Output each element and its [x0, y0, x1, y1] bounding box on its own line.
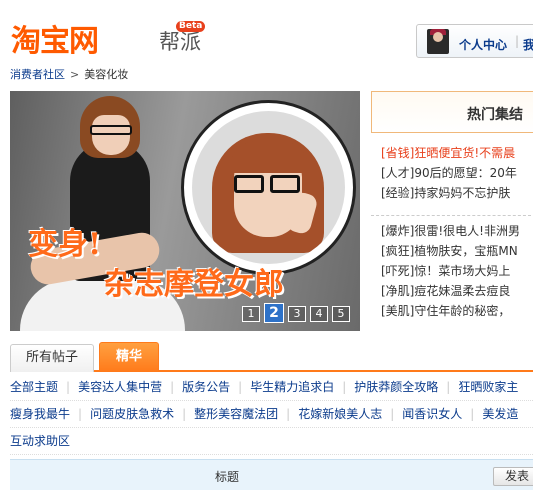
banner-closeup-circle — [181, 100, 356, 275]
user-separator: | — [515, 34, 520, 48]
breadcrumb-current: 美容化妆 — [84, 68, 129, 81]
category-link[interactable]: 美容达人集中营 — [78, 380, 162, 394]
hot-divider — [371, 215, 531, 216]
category-links: 全部主题 | 美容达人集中营 | 版务公告 | 毕生精力追求白 | 护肤莽颜全攻略 | 狂晒败家主 … — [10, 374, 533, 455]
hot-item[interactable]: [经验]持家妈妈不忘护肤 — [381, 183, 533, 203]
hot-list-2: [爆炸]很雷!很电人!非洲男 [疯狂]植物肤安，宝瓶MN [吓死]惊！菜市场大妈… — [381, 221, 533, 321]
banner-page-1[interactable]: 1 — [242, 306, 260, 322]
hot-item[interactable]: [疯狂]植物肤安，宝瓶MN — [381, 241, 533, 261]
banner-headline-1: 变身! — [28, 227, 102, 262]
user-panel: 个人中心 | 我 — [416, 24, 533, 58]
post-table-header: 标题 发表 — [10, 459, 533, 490]
breadcrumb: 消费者社区 > 美容化妆 — [10, 66, 128, 82]
hot-item[interactable]: [爆炸]很雷!很电人!非洲男 — [381, 221, 533, 241]
hot-item[interactable]: [人才]90后的愿望：20年 — [381, 163, 533, 183]
breadcrumb-separator: > — [70, 68, 80, 81]
banner-page-5[interactable]: 5 — [332, 306, 350, 322]
taobao-logo[interactable]: 淘宝网 — [11, 16, 99, 60]
hot-item[interactable]: [吓死]惊！菜市场大妈上 — [381, 261, 533, 281]
page-header: 淘宝网 帮派 Beta 个人中心 | 我 — [0, 0, 533, 62]
banner-page-3[interactable]: 3 — [288, 306, 306, 322]
hot-topics-header: 热门集结 — [371, 91, 533, 133]
category-link[interactable]: 护肤莽颜全攻略 — [354, 380, 438, 394]
category-row: 互动求助区 — [10, 428, 533, 455]
breadcrumb-consumer-community[interactable]: 消费者社区 — [10, 68, 65, 81]
banner-page-4[interactable]: 4 — [310, 306, 328, 322]
hot-item[interactable]: [美肌]守住年龄的秘密， — [381, 301, 533, 321]
category-link[interactable]: 版务公告 — [182, 380, 230, 394]
hot-item[interactable]: [净肌]痘花妹温柔去痘良 — [381, 281, 533, 301]
category-link[interactable]: 闻香识女人 — [402, 407, 462, 421]
featured-banner[interactable]: 变身! 杂志摩登女郎 1 2 3 4 5 — [10, 91, 360, 331]
beta-badge: Beta — [176, 21, 206, 32]
category-link[interactable]: 互动求助区 — [10, 434, 70, 448]
category-link[interactable]: 问题皮肤急救术 — [90, 407, 174, 421]
banner-headline-2: 杂志摩登女郎 — [104, 267, 284, 302]
category-link[interactable]: 狂晒败家主 — [458, 380, 518, 394]
hot-topics-title: 热门集结 — [467, 107, 523, 123]
post-button[interactable]: 发表 — [493, 467, 533, 486]
column-title: 标题 — [215, 470, 240, 484]
category-link[interactable]: 美发造 — [482, 407, 518, 421]
avatar[interactable] — [427, 29, 449, 54]
user-center-link[interactable]: 个人中心 — [459, 36, 507, 53]
tab-all-posts[interactable]: 所有帖子 — [10, 344, 94, 372]
category-link[interactable]: 瘦身我最牛 — [10, 407, 70, 421]
my-link[interactable]: 我 — [523, 36, 533, 53]
category-row: 瘦身我最牛 | 问题皮肤急救术 | 整形美容魔法团 | 花嫁新娘美人志 | 闻香识女人 | 美发造 — [10, 401, 533, 428]
category-link[interactable]: 全部主题 — [10, 380, 58, 394]
category-link[interactable]: 毕生精力追求白 — [250, 380, 334, 394]
category-row: 全部主题 | 美容达人集中营 | 版务公告 | 毕生精力追求白 | 护肤莽颜全攻略 | 狂晒败家主 — [10, 374, 533, 401]
banner-page-2[interactable]: 2 — [264, 303, 284, 323]
hot-item[interactable]: [省钱]狂晒便宜货!不需晨 — [381, 143, 533, 163]
hot-list-1: [省钱]狂晒便宜货!不需晨 [人才]90后的愿望：20年 [经验]持家妈妈不忘护… — [381, 143, 533, 203]
category-link[interactable]: 整形美容魔法团 — [194, 407, 278, 421]
hot-topics-panel: 热门集结 [省钱]狂晒便宜货!不需晨 [人才]90后的愿望：20年 [经验]持家… — [371, 91, 533, 333]
category-link[interactable]: 花嫁新娘美人志 — [298, 407, 382, 421]
banner-pager: 1 2 3 4 5 — [242, 303, 350, 323]
post-tabs: 所有帖子 精华 — [10, 342, 533, 372]
tab-essence[interactable]: 精华 — [99, 342, 159, 372]
